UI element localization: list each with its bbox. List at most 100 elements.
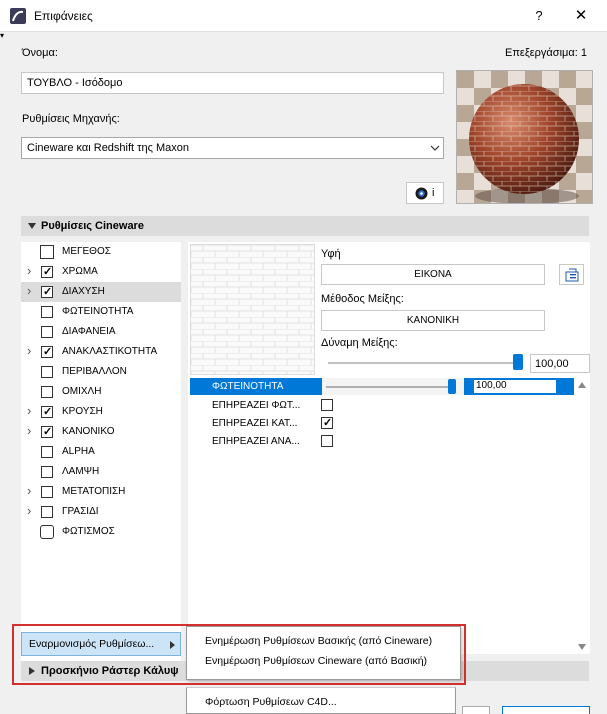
mix-strength-value: 100,00 [535, 358, 569, 370]
highlight-frame [12, 624, 466, 685]
channel-row[interactable]: ΦΩΤΙΣΜΟΣ [21, 522, 181, 542]
channel-row[interactable]: › ✓ ΔΙΑΧΥΣΗ [21, 282, 181, 302]
cineware-info-button[interactable]: i [406, 182, 444, 204]
channel-row[interactable]: › ΜΕΤΑΤΟΠΙΣΗ [21, 482, 181, 502]
mix-strength-slider-thumb[interactable] [513, 354, 523, 370]
channel-label: ΑΝΑΚΛΑΣΤΙΚΟΤΗΤΑ [62, 346, 158, 357]
channel-row[interactable]: ΔΙΑΦΑΝΕΙΑ [21, 322, 181, 342]
affect-row[interactable]: ΕΠΗΡΕΑΖΕΙ ΦΩΤ... [190, 396, 574, 414]
check-icon: ✓ [43, 286, 53, 298]
channel-checkbox[interactable] [41, 366, 53, 378]
check-icon: ✓ [323, 417, 333, 429]
channel-label: ΠΕΡΙΒΑΛΛΟΝ [62, 366, 127, 377]
channel-checkbox[interactable]: ✓ [41, 406, 53, 418]
expand-arrow-icon[interactable]: › [27, 263, 31, 278]
brick-sphere-preview [457, 71, 592, 203]
check-icon: ✓ [43, 406, 53, 418]
help-button[interactable]: ? [526, 4, 552, 28]
brightness-value-field[interactable]: 100,00 [474, 380, 556, 393]
expand-arrow-icon[interactable]: › [27, 283, 31, 298]
channel-checkbox[interactable] [41, 306, 53, 318]
brightness-slider-thumb[interactable] [448, 379, 456, 394]
brightness-slider-track[interactable] [326, 386, 452, 388]
mix-method-label: Μέθοδος Μείξης: [321, 293, 404, 305]
engine-dropdown[interactable]: Cineware και Redshift της Maxon [21, 137, 444, 159]
texture-browse-button[interactable] [559, 264, 584, 285]
expand-arrow-icon[interactable]: › [27, 503, 31, 518]
channel-label: ΚΡΟΥΣΗ [62, 406, 103, 417]
channel-label: ΚΑΝΟΝΙΚΟ [62, 426, 115, 437]
channel-checkbox[interactable] [41, 326, 53, 338]
channel-checkbox[interactable]: ✓ [41, 266, 53, 278]
texture-thumbnail[interactable] [190, 244, 315, 375]
texture-image-label: ΕΙΚΟΝΑ [414, 269, 452, 280]
channel-row[interactable]: › ✓ ΚΡΟΥΣΗ [21, 402, 181, 422]
size-icon [40, 245, 54, 259]
affect-row[interactable]: ΕΠΗΡΕΑΖΕΙ ΑΝΑ... [190, 432, 574, 450]
channel-row[interactable]: › ✓ ΚΑΝΟΝΙΚΟ [21, 422, 181, 442]
channel-row[interactable]: ALPHA [21, 442, 181, 462]
affect-row-label: ΕΠΗΡΕΑΖΕΙ ΚΑΤ... [212, 418, 298, 429]
affect-list: ΕΠΗΡΕΑΖΕΙ ΦΩΤ... ΕΠΗΡΕΑΖΕΙ ΚΑΤ... ✓ ΕΠΗΡΕΑΖ… [190, 396, 574, 456]
name-label: Όνομα: [22, 47, 58, 59]
mix-strength-slider-track[interactable] [328, 362, 518, 364]
expand-arrow-icon[interactable]: › [27, 423, 31, 438]
channel-label: ΦΩΤΕΙΝΟΤΗΤΑ [62, 306, 134, 317]
close-button[interactable]: ✕ [568, 4, 594, 28]
channel-checkbox[interactable]: ✓ [41, 426, 53, 438]
channel-row[interactable]: › ✓ ΧΡΩΜΑ [21, 262, 181, 282]
affect-row[interactable]: ΕΠΗΡΕΑΖΕΙ ΚΑΤ... ✓ [190, 414, 574, 432]
channel-checkbox[interactable]: ✓ [41, 346, 53, 358]
editable-count: Επεξεργάσιμα: 1 [505, 47, 587, 59]
affect-checkbox[interactable] [321, 399, 333, 411]
cineware-settings-header[interactable]: Ρυθμίσεις Cineware [21, 216, 589, 236]
vertical-scrollbar[interactable] [574, 378, 590, 654]
channel-checkbox[interactable] [41, 486, 53, 498]
check-icon: ✓ [43, 266, 53, 278]
menu-item-load-c4d-label: Φόρτωση Ρυθμίσεων C4D... [205, 696, 337, 708]
brightness-row-label: ΦΩΤΕΙΝΟΤΗΤΑ [212, 381, 284, 392]
expand-arrow-icon[interactable]: › [27, 343, 31, 358]
channel-checkbox[interactable] [41, 446, 53, 458]
info-label: i [432, 187, 435, 199]
cineware-icon [415, 187, 428, 200]
mix-strength-field[interactable]: 100,00 [530, 354, 590, 373]
channel-label: ΜΕΤΑΤΟΠΙΣΗ [62, 486, 126, 497]
scroll-down-icon [578, 644, 586, 650]
window-title: Επιφάνειες [34, 9, 93, 23]
channel-row[interactable]: › ΓΡΑΣΙΔΙ [21, 502, 181, 522]
channel-label: ΔΙΑΧΥΣΗ [62, 286, 105, 297]
name-field[interactable]: ΤΟΥΒΛΟ - Ισόδομο [21, 72, 444, 94]
affect-checkbox[interactable]: ✓ [321, 417, 333, 429]
load-menu: Φόρτωση Ρυθμίσεων C4D... [186, 687, 456, 714]
engine-label: Ρυθμίσεις Μηχανής: [22, 113, 120, 125]
channel-row[interactable]: ΛΑΜΨΗ [21, 462, 181, 482]
affect-row-label: ΕΠΗΡΕΑΖΕΙ ΑΝΑ... [212, 436, 300, 447]
corner-arrow-icon: ▾ [0, 31, 5, 40]
channel-label: ALPHA [62, 446, 95, 457]
brightness-value: 100,00 [476, 380, 507, 391]
app-icon [10, 8, 26, 24]
channel-checkbox[interactable] [41, 506, 53, 518]
affect-checkbox[interactable] [321, 435, 333, 447]
channel-label: ΧΡΩΜΑ [62, 266, 98, 277]
channel-checkbox[interactable]: ✓ [41, 286, 53, 298]
channel-row[interactable]: ΟΜΙΧΛΗ [21, 382, 181, 402]
expand-arrow-icon[interactable]: › [27, 403, 31, 418]
channel-label: ΟΜΙΧΛΗ [62, 386, 102, 397]
expand-arrow-icon[interactable]: › [27, 483, 31, 498]
cancel-button[interactable] [462, 706, 490, 714]
channel-row[interactable]: ΠΕΡΙΒΑΛΛΟΝ [21, 362, 181, 382]
mix-method-button[interactable]: ΚΑΝΟΝΙΚΗ [321, 310, 545, 331]
channel-checkbox[interactable] [41, 466, 53, 478]
channel-label: ΛΑΜΨΗ [62, 466, 100, 477]
channel-row[interactable]: ΜΕΓΕΘΟΣ [21, 242, 181, 262]
channel-checkbox[interactable] [41, 386, 53, 398]
channel-row[interactable]: ΦΩΤΕΙΝΟΤΗΤΑ [21, 302, 181, 322]
channel-row[interactable]: › ✓ ΑΝΑΚΛΑΣΤΙΚΟΤΗΤΑ [21, 342, 181, 362]
engine-value: Cineware και Redshift της Maxon [27, 142, 189, 154]
ok-button[interactable] [502, 706, 590, 714]
name-value: ΤΟΥΒΛΟ - Ισόδομο [27, 77, 123, 89]
menu-item-load-c4d[interactable]: Φόρτωση Ρυθμίσεων C4D... [187, 692, 455, 712]
texture-image-button[interactable]: ΕΙΚΟΝΑ [321, 264, 545, 285]
